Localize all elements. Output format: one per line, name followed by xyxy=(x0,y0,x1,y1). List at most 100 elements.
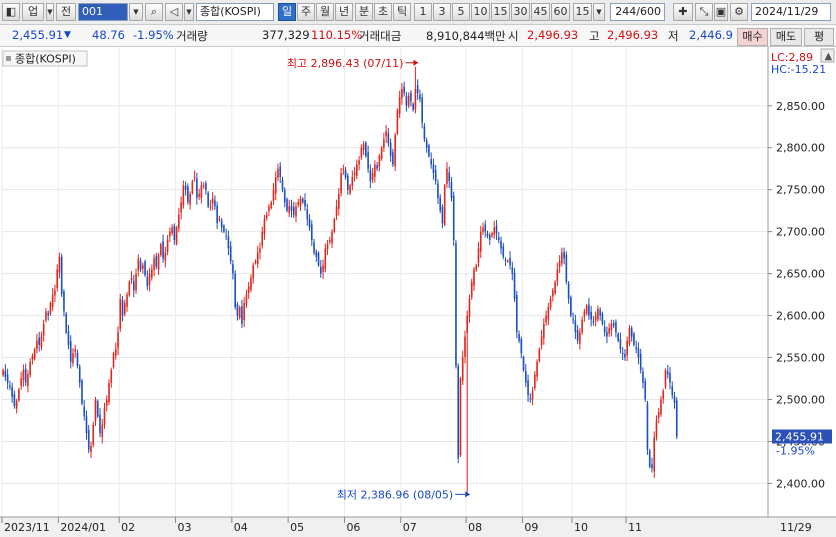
candle-body xyxy=(572,319,574,321)
interval-10-button[interactable]: 10 xyxy=(471,3,490,21)
interval-custom-field[interactable]: 15 xyxy=(573,3,592,21)
chevron-down-icon[interactable]: ▼ xyxy=(184,3,194,21)
candle-body xyxy=(182,185,185,206)
eval-button[interactable]: 평 xyxy=(804,28,834,46)
candle-body xyxy=(561,252,563,264)
interval-45-button[interactable]: 45 xyxy=(531,3,550,21)
candle-body xyxy=(123,302,126,315)
candle-body xyxy=(214,200,216,207)
candle-body xyxy=(511,267,514,274)
candle-body xyxy=(299,198,302,207)
interval-5-button[interactable]: 5 xyxy=(452,3,470,21)
interval-3-button[interactable]: 3 xyxy=(433,3,451,21)
amount-value: 8,910,844백만 xyxy=(426,29,506,43)
candle-body xyxy=(67,331,70,345)
sell-button[interactable]: 매도 xyxy=(770,28,802,46)
candle-body xyxy=(169,231,171,237)
interval-1-button[interactable]: 1 xyxy=(414,3,432,21)
date-field[interactable]: 2024/11/29 xyxy=(751,3,831,21)
candle-body xyxy=(522,357,525,371)
candlestick-chart[interactable]: 2,400.002,450.002,500.002,550.002,600.00… xyxy=(0,47,836,537)
period-year-button[interactable]: 년 xyxy=(335,3,353,21)
candle-body xyxy=(324,248,327,269)
candle-body xyxy=(405,96,408,106)
candle-body xyxy=(351,177,354,187)
candle-body xyxy=(279,166,282,178)
scope-selector[interactable]: 전 xyxy=(56,3,76,21)
candle-body xyxy=(96,401,99,417)
candle-body xyxy=(196,178,198,199)
chevron-down-icon[interactable]: ▼ xyxy=(129,3,143,21)
candle-body xyxy=(536,361,538,377)
candle-body xyxy=(464,336,466,357)
candle-body xyxy=(13,393,16,407)
candle-body xyxy=(250,277,252,290)
x-tick-label: 10 xyxy=(574,521,588,534)
candle-body xyxy=(497,237,500,241)
buy-button[interactable]: 매수 xyxy=(737,28,768,46)
candle-body xyxy=(256,252,259,265)
last-price-label: 2,455.91 xyxy=(775,431,824,444)
crosshair-icon[interactable]: ✚ xyxy=(673,3,693,21)
candle-body xyxy=(198,193,200,197)
candle-body xyxy=(574,320,577,333)
candle-body xyxy=(482,227,484,232)
candle-body xyxy=(286,199,288,211)
candle-body xyxy=(162,241,164,259)
period-second-button[interactable]: 초 xyxy=(374,3,392,21)
draw-tool-icon[interactable]: ⤡ xyxy=(695,3,713,21)
candle-body xyxy=(376,165,378,169)
candle-body xyxy=(155,256,158,267)
candle-body xyxy=(268,206,270,212)
interval-15-button[interactable]: 15 xyxy=(491,3,510,21)
candle-body xyxy=(209,206,212,208)
candle-body xyxy=(263,219,266,234)
save-icon[interactable]: ▣ xyxy=(714,3,728,21)
candle-body xyxy=(295,206,297,217)
gear-icon[interactable]: ⚙ xyxy=(730,3,748,21)
series-title: 종합(KOSPI) xyxy=(15,53,76,66)
chart-type-icon[interactable]: ◧ xyxy=(2,3,20,21)
period-minute-button[interactable]: 분 xyxy=(355,3,373,21)
candle-body xyxy=(633,333,635,345)
candle-body xyxy=(292,206,295,215)
interval-60-button[interactable]: 60 xyxy=(551,3,570,21)
y-tick-label: 2,650.00 xyxy=(776,268,825,281)
period-day-button[interactable]: 일 xyxy=(278,3,296,21)
candle-body xyxy=(635,347,638,350)
search-icon[interactable]: ⌕ xyxy=(145,3,163,21)
candle-body xyxy=(389,142,392,157)
period-tick-button[interactable]: 틱 xyxy=(393,3,411,21)
candle-body xyxy=(283,189,286,203)
candle-body xyxy=(473,269,475,286)
candle-body xyxy=(515,295,518,333)
candle-body xyxy=(81,380,83,404)
period-month-button[interactable]: 월 xyxy=(316,3,334,21)
name-field[interactable]: 종합(KOSPI) xyxy=(196,3,274,21)
candle-body xyxy=(18,389,20,401)
count-field[interactable]: 244/600 xyxy=(610,3,665,21)
candle-body xyxy=(619,339,622,350)
candle-body xyxy=(232,264,234,274)
code-input[interactable]: 001 xyxy=(78,3,128,21)
candle-body xyxy=(662,391,665,399)
candle-body xyxy=(612,323,615,326)
candle-body xyxy=(126,294,128,307)
period-week-button[interactable]: 주 xyxy=(297,3,315,21)
market-selector[interactable]: 업 xyxy=(22,3,44,21)
candle-body xyxy=(606,332,608,337)
min-annotation: 최저 2,386.96 (08/05) xyxy=(337,488,454,501)
chevron-down-icon[interactable]: ▼ xyxy=(593,3,605,21)
candle-body xyxy=(342,168,345,170)
interval-30-button[interactable]: 30 xyxy=(511,3,530,21)
candle-body xyxy=(137,258,140,271)
down-arrow-icon: ▼ xyxy=(64,30,71,40)
candle-body xyxy=(272,189,275,201)
candle-body xyxy=(392,152,394,165)
candle-body xyxy=(2,370,4,376)
candle-body xyxy=(567,283,570,299)
chevron-down-icon[interactable]: ▼ xyxy=(46,3,54,21)
candle-body xyxy=(549,298,552,308)
y-tick-label: 2,850.00 xyxy=(776,100,825,113)
speaker-icon[interactable]: ◁ xyxy=(165,3,183,21)
